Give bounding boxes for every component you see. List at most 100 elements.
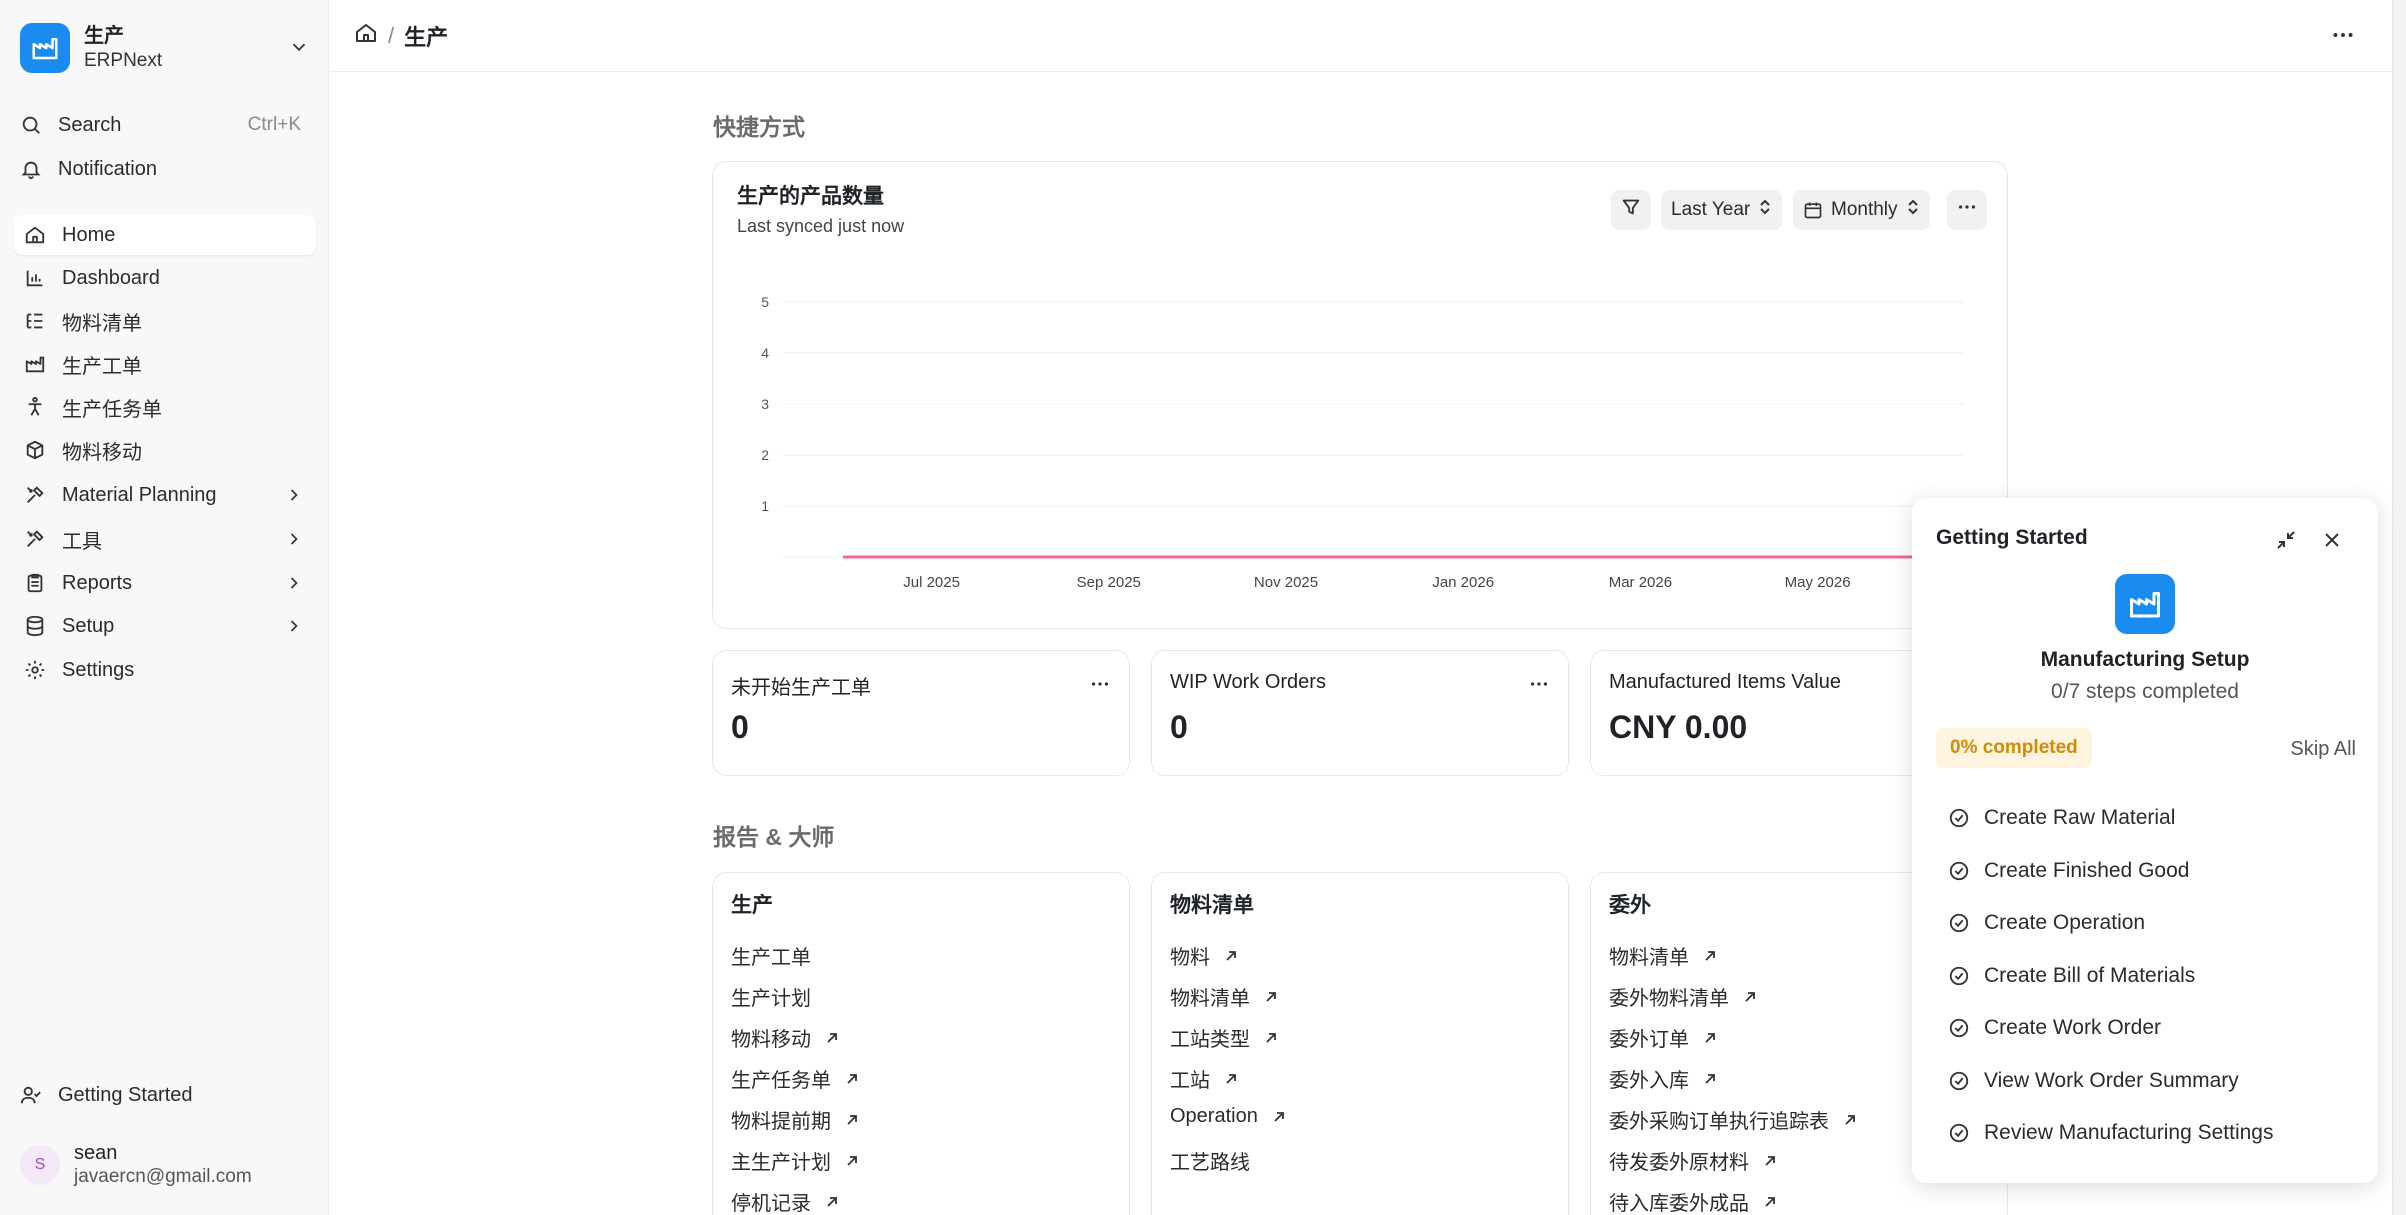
getting-started-title: Getting Started <box>1936 526 2088 549</box>
notification-button[interactable]: Notification <box>20 149 305 189</box>
search-shortcut: Ctrl+K <box>247 114 301 135</box>
app-subtitle: ERPNext <box>84 50 163 71</box>
sidebar-item-reports[interactable]: Reports <box>14 563 316 603</box>
link-label: 委外物料清单 <box>1609 988 1729 1010</box>
skip-all-button[interactable]: Skip All <box>2290 738 2356 761</box>
onboarding-step-label: Create Operation <box>1984 911 2146 934</box>
link-item[interactable]: Operation <box>1170 1105 1286 1128</box>
sidebar-item-material-planning[interactable]: Material Planning <box>14 475 316 515</box>
onboarding-step[interactable]: Create Raw Material <box>1948 806 2175 830</box>
onboarding-step-label: Create Finished Good <box>1984 859 2190 882</box>
link-label: 委外订单 <box>1609 1029 1689 1051</box>
setup-heading: Manufacturing Setup <box>2040 648 2250 671</box>
sidebar-item-tools[interactable]: 工具 <box>14 519 316 559</box>
onboarding-step[interactable]: Create Finished Good <box>1948 859 2189 883</box>
link-item[interactable]: 委外订单 <box>1609 1023 1717 1052</box>
arrow-up-right-icon <box>845 1072 859 1086</box>
link-label: 停机记录 <box>731 1193 811 1215</box>
link-label: 待入库委外成品 <box>1609 1193 1749 1215</box>
more-horizontal-icon[interactable] <box>1089 673 1111 700</box>
link-item[interactable]: 物料提前期 <box>731 1105 859 1134</box>
link-label: 物料移动 <box>731 1029 811 1051</box>
sidebar-item-label: Reports <box>62 571 133 594</box>
link-item[interactable]: 工站类型 <box>1170 1023 1278 1052</box>
line-chart: 1 2 3 4 5 Jul 2025 Sep 2025 Nov 2025 Jan 2026 Mar… <box>761 294 2009 591</box>
sidebar-item-home[interactable]: Home <box>14 215 316 255</box>
link-item[interactable]: 委外入库 <box>1609 1064 1717 1093</box>
link-item[interactable]: 生产工单 <box>731 941 811 970</box>
link-item[interactable]: 物料清单 <box>1170 982 1278 1011</box>
link-item[interactable]: 生产任务单 <box>731 1064 859 1093</box>
sidebar-item-label: 生产工单 <box>62 355 142 378</box>
onboarding-step[interactable]: Create Operation <box>1948 911 2145 935</box>
arrow-up-right-icon <box>1743 990 1757 1004</box>
scrollbar[interactable] <box>2392 0 2406 1215</box>
link-item[interactable]: 待入库委外成品 <box>1609 1187 1777 1215</box>
sidebar-item-dashboard[interactable]: Dashboard <box>14 258 316 298</box>
sidebar-item-stock-entry[interactable]: 物料移动 <box>14 430 316 470</box>
breadcrumb-separator: / <box>388 23 395 48</box>
gear-icon <box>24 659 50 681</box>
number-card-value: 0 <box>1170 709 1188 745</box>
link-label: 委外入库 <box>1609 1070 1689 1092</box>
factory-logo-icon <box>2115 574 2175 634</box>
link-item[interactable]: 主生产计划 <box>731 1146 859 1175</box>
link-item[interactable]: 停机记录 <box>731 1187 839 1215</box>
link-item[interactable]: 工艺路线 <box>1170 1146 1250 1175</box>
onboarding-step[interactable]: Review Manufacturing Settings <box>1948 1121 2273 1145</box>
search-label: Search <box>58 113 122 136</box>
sidebar-item-work-order[interactable]: 生产工单 <box>14 344 316 384</box>
minimize-icon[interactable] <box>2274 528 2298 557</box>
link-label: 生产工单 <box>731 947 811 969</box>
link-item[interactable]: 物料清单 <box>1609 941 1717 970</box>
onboarding-step[interactable]: Create Work Order <box>1948 1016 2161 1040</box>
sidebar-item-settings[interactable]: Settings <box>14 650 316 690</box>
arrow-up-right-icon <box>1703 1031 1717 1045</box>
check-circle-icon <box>1948 1122 1972 1144</box>
link-item[interactable]: 待发委外原材料 <box>1609 1146 1777 1175</box>
number-card-wip[interactable]: WIP Work Orders 0 <box>1151 650 1569 776</box>
sidebar-item-job-card[interactable]: 生产任务单 <box>14 387 316 427</box>
page-title: 生产 <box>404 25 449 50</box>
arrow-up-right-icon <box>1703 1072 1717 1086</box>
user-email: javaercn@gmail.com <box>74 1166 252 1187</box>
getting-started-button[interactable]: Getting Started <box>20 1075 305 1115</box>
sidebar-item-label: Dashboard <box>62 266 160 289</box>
link-item[interactable]: 工站 <box>1170 1064 1238 1093</box>
home-icon <box>24 224 50 246</box>
chevron-right-icon <box>284 529 304 555</box>
number-card-not-started[interactable]: 未开始生产工单 0 <box>712 650 1130 776</box>
link-label: 工艺路线 <box>1170 1152 1250 1174</box>
close-icon[interactable] <box>2320 528 2344 557</box>
x-tick-label: Nov 2025 <box>1254 574 1318 591</box>
link-label: 委外采购订单执行追踪表 <box>1609 1111 1829 1133</box>
home-icon[interactable] <box>354 21 378 51</box>
onboarding-step[interactable]: Create Bill of Materials <box>1948 964 2195 988</box>
breadcrumb: / 生产 <box>354 20 448 52</box>
link-item[interactable]: 物料 <box>1170 941 1238 970</box>
y-tick-label: 2 <box>761 447 769 463</box>
link-item[interactable]: 生产计划 <box>731 982 811 1011</box>
sidebar-item-bom[interactable]: 物料清单 <box>14 301 316 341</box>
sidebar-item-setup[interactable]: Setup <box>14 606 316 646</box>
getting-started-label: Getting Started <box>58 1083 193 1106</box>
arrow-up-right-icon <box>845 1113 859 1127</box>
more-menu-icon[interactable] <box>2330 22 2356 53</box>
more-horizontal-icon[interactable] <box>1528 673 1550 700</box>
link-card-title: 委外 <box>1609 894 1651 917</box>
link-label: 物料清单 <box>1609 947 1689 969</box>
link-label: 主生产计划 <box>731 1152 831 1174</box>
search-button[interactable]: Search Ctrl+K <box>20 105 305 145</box>
arrow-up-right-icon <box>825 1195 839 1209</box>
link-item[interactable]: 委外物料清单 <box>1609 982 1757 1011</box>
bell-icon <box>20 158 46 180</box>
link-item[interactable]: 委外采购订单执行追踪表 <box>1609 1105 1857 1134</box>
link-item[interactable]: 物料移动 <box>731 1023 839 1052</box>
app-switcher[interactable]: 生产 ERPNext <box>20 20 310 76</box>
x-tick-label: Jul 2025 <box>903 574 960 591</box>
bar-chart-icon <box>24 267 50 289</box>
onboarding-step[interactable]: View Work Order Summary <box>1948 1069 2239 1093</box>
notification-label: Notification <box>58 157 157 180</box>
user-menu[interactable]: S sean javaercn@gmail.com <box>20 1135 310 1195</box>
arrow-up-right-icon <box>845 1154 859 1168</box>
